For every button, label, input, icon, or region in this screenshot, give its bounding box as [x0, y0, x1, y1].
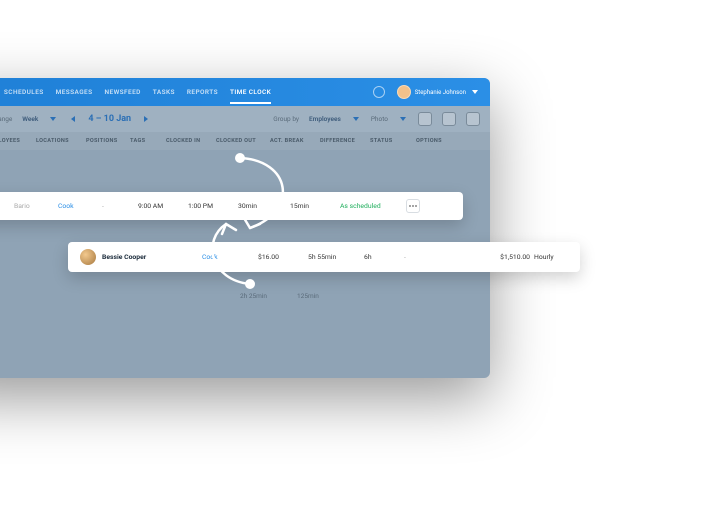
cell-status: As scheduled: [338, 202, 404, 210]
col-status[interactable]: STATUS: [368, 138, 414, 144]
app-window: DASHBOARD SCHEDULES MESSAGES NEWSFEED TA…: [0, 78, 490, 378]
cell-clock-out: 1:00 PM: [186, 202, 236, 210]
export-button[interactable]: [442, 112, 456, 126]
range-label: Date range: [0, 115, 12, 123]
cell-position[interactable]: Cook: [200, 253, 256, 261]
totals-row: 2h 25min 125min: [240, 292, 319, 300]
tab-messages[interactable]: MESSAGES: [56, 80, 93, 104]
group-by-select[interactable]: Employees: [309, 115, 341, 123]
col-clocked-in[interactable]: CLOCKED IN: [164, 138, 214, 144]
col-positions[interactable]: POSITIONS: [84, 138, 128, 144]
chevron-down-icon: [50, 117, 56, 121]
col-employees[interactable]: EMPLOYEES: [0, 138, 34, 144]
col-clocked-out[interactable]: CLOCKED OUT: [214, 138, 268, 144]
user-name: Stephanie Johnson: [415, 89, 466, 96]
cell-difference: 15min: [288, 202, 338, 210]
top-nav: DASHBOARD SCHEDULES MESSAGES NEWSFEED TA…: [0, 78, 490, 106]
view-select[interactable]: Photo: [371, 115, 388, 123]
user-menu[interactable]: Stephanie Johnson: [397, 85, 480, 99]
prev-period-button[interactable]: [71, 116, 75, 122]
notification-icon[interactable]: [373, 86, 385, 98]
total-duration: 2h 25min: [240, 292, 267, 300]
tab-schedules[interactable]: SCHEDULES: [4, 80, 44, 104]
cell-clock-in: 9:00 AM: [136, 202, 186, 210]
chevron-down-icon: [353, 117, 359, 121]
cell-dash1: -: [402, 253, 462, 261]
next-period-button[interactable]: [144, 116, 148, 122]
col-difference[interactable]: DIFFERENCE: [318, 138, 368, 144]
date-range[interactable]: 4 – 10 Jan: [88, 114, 131, 124]
cell-location: Bario: [12, 202, 56, 210]
tab-time-clock[interactable]: TIME CLOCK: [230, 80, 271, 104]
grid-view-button[interactable]: [418, 112, 432, 126]
cell-type: Hourly: [532, 253, 582, 261]
cell-employee: Bessie Cooper: [100, 253, 200, 261]
row-options-button[interactable]: [406, 199, 420, 213]
cell-break: 30min: [236, 202, 288, 210]
cell-break: 6h: [362, 253, 402, 261]
cell-position[interactable]: Cook: [56, 202, 100, 210]
toolbar: Date range Week 4 – 10 Jan Group by Empl…: [0, 106, 490, 132]
range-unit-select[interactable]: Week: [22, 115, 38, 123]
cell-total: $1,510.00: [462, 253, 532, 261]
settings-button[interactable]: [466, 112, 480, 126]
timesheet-row-1[interactable]: Bessie Cooper Bario Cook - 9:00 AM 1:00 …: [0, 192, 463, 220]
avatar-icon: [397, 85, 411, 99]
tab-tasks[interactable]: TASKS: [153, 80, 175, 104]
avatar-icon: [80, 249, 96, 265]
table-header: DATE EMPLOYEES LOCATIONS POSITIONS TAGS …: [0, 132, 490, 150]
cell-duration: 5h 55min: [306, 253, 362, 261]
col-options: OPTIONS: [414, 138, 454, 144]
col-tags[interactable]: TAGS: [128, 138, 164, 144]
cell-tags: -: [100, 202, 136, 210]
timesheet-row-2[interactable]: Bessie Cooper Cook $16.00 5h 55min 6h - …: [68, 242, 580, 272]
cell-rate: $16.00: [256, 253, 306, 261]
chevron-down-icon: [400, 117, 406, 121]
tab-reports[interactable]: REPORTS: [187, 80, 218, 104]
total-break: 125min: [297, 292, 319, 300]
col-locations[interactable]: LOCATIONS: [34, 138, 84, 144]
group-by-label: Group by: [273, 115, 299, 123]
col-act-break[interactable]: ACT. BREAK: [268, 138, 318, 144]
chevron-down-icon: [472, 90, 478, 94]
cell-employee: Bessie Cooper: [0, 202, 12, 210]
tab-newsfeed[interactable]: NEWSFEED: [105, 80, 141, 104]
